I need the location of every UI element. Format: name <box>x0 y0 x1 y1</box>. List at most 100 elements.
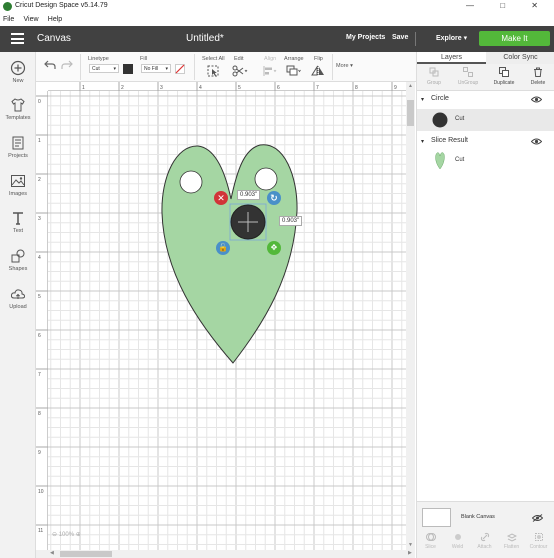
ungroup-button[interactable]: UnGroup <box>451 65 485 86</box>
layer-group-slice-result[interactable]: ▾ Slice Result <box>417 136 554 149</box>
ruler-corner <box>36 82 48 91</box>
sidebar-item-label: Text <box>12 228 24 234</box>
horizontal-scroll-thumb[interactable] <box>60 551 112 557</box>
weld-button[interactable]: Weld <box>444 532 471 550</box>
trash-icon <box>534 67 542 77</box>
resize-handle-icon[interactable]: ✥ <box>267 241 281 255</box>
chevron-down-icon: ▾ <box>165 66 168 72</box>
flip-icon[interactable] <box>311 65 327 77</box>
ruler-top: 0123456789 <box>48 82 406 91</box>
redo-icon[interactable] <box>61 60 73 70</box>
eye-icon[interactable] <box>531 138 542 145</box>
menu-view[interactable]: View <box>24 16 39 23</box>
circle-thumbnail-icon <box>432 112 448 128</box>
contour-button[interactable]: Contour <box>525 532 552 550</box>
align-icon[interactable] <box>262 65 278 77</box>
align-label: Align <box>264 56 277 62</box>
delete-handle-icon[interactable]: ✕ <box>214 191 228 205</box>
sidebar-item-shapes[interactable]: Shapes <box>0 248 36 272</box>
ruler-label: 1 <box>38 138 41 144</box>
text-icon <box>13 212 23 225</box>
ruler-label: 5 <box>38 294 41 300</box>
maximize-button[interactable]: □ <box>500 1 517 10</box>
sidebar-item-label: New <box>12 78 24 84</box>
vertical-scroll-thumb[interactable] <box>407 100 414 126</box>
no-fill-swatch-icon[interactable] <box>175 64 185 74</box>
tab-color-sync[interactable]: Color Sync <box>486 52 554 64</box>
layer-group-name: Slice Result <box>431 137 468 144</box>
hamburger-menu-icon[interactable] <box>11 33 24 44</box>
sidebar-item-new[interactable]: New <box>0 60 36 84</box>
eye-hidden-icon[interactable] <box>532 514 543 522</box>
sidebar-item-templates[interactable]: Templates <box>0 97 36 121</box>
linetype-label: Linetype <box>88 56 109 62</box>
section-title: Canvas <box>37 33 71 44</box>
duplicate-button[interactable]: Duplicate <box>487 65 521 86</box>
left-sidebar: New Templates Projects Images Text Shape… <box>0 52 36 558</box>
blank-canvas-swatch[interactable] <box>422 508 451 527</box>
sidebar-item-upload[interactable]: Upload <box>0 286 36 310</box>
machine-select[interactable]: Explore ▾ <box>436 34 467 42</box>
minimize-button[interactable]: — <box>466 1 486 10</box>
layer-row-circle[interactable]: Cut <box>417 109 554 131</box>
window-controls: — □ ✕ <box>466 1 550 10</box>
menu-file[interactable]: File <box>3 16 14 23</box>
group-button[interactable]: Group <box>417 65 451 86</box>
vertical-scrollbar[interactable]: ▲ ▼ <box>406 82 415 550</box>
chevron-down-icon[interactable]: ▾ <box>421 138 424 145</box>
sidebar-item-projects[interactable]: Projects <box>0 135 36 159</box>
eye-icon[interactable] <box>531 96 542 103</box>
toolbar-divider <box>194 54 195 80</box>
scroll-down-icon[interactable]: ▼ <box>408 542 413 548</box>
make-it-button[interactable]: Make It <box>479 31 550 46</box>
undo-icon[interactable] <box>44 60 56 70</box>
select-all-icon[interactable] <box>207 65 219 77</box>
layer-group-circle[interactable]: ▾ Circle <box>417 94 554 107</box>
zoom-control[interactable]: ⊖ 100% ⊕ <box>52 531 102 543</box>
rotate-handle-icon[interactable]: ↻ <box>267 191 281 205</box>
my-projects-button[interactable]: My Projects <box>346 34 385 41</box>
scissors-icon[interactable] <box>232 65 248 77</box>
design-layer <box>161 144 298 364</box>
design-canvas[interactable]: 0.903" 0.903" ✕ ↻ 🔓 ✥ <box>48 91 406 550</box>
delete-button[interactable]: Delete <box>521 65 554 86</box>
chevron-down-icon: ▾ <box>350 63 353 69</box>
save-button[interactable]: Save <box>392 34 408 41</box>
arrange-icon[interactable] <box>286 65 302 77</box>
document-title: Untitled* <box>186 33 224 44</box>
ruler-label: 6 <box>38 333 41 339</box>
attach-button[interactable]: Attach <box>471 532 498 550</box>
window-title: Cricut Design Space v5.14.79 <box>15 2 108 9</box>
ruler-label: 3 <box>38 216 41 222</box>
sidebar-item-label: Projects <box>8 153 28 159</box>
scroll-up-icon[interactable]: ▲ <box>408 83 413 89</box>
scroll-right-icon[interactable]: ▶ <box>408 550 412 556</box>
zoom-out-icon[interactable]: ⊖ <box>52 532 57 538</box>
app-logo-icon <box>3 2 12 11</box>
tab-layers[interactable]: Layers <box>417 52 486 64</box>
slice-button[interactable]: Slice <box>417 532 444 550</box>
header-divider <box>415 32 416 46</box>
linetype-select[interactable]: Cut ▾ <box>89 64 119 73</box>
zoom-in-icon[interactable]: ⊕ <box>76 532 81 538</box>
layer-row-slice-result[interactable]: Cut <box>417 150 554 172</box>
lock-handle-icon[interactable]: 🔓 <box>216 241 230 255</box>
cloud-upload-icon <box>10 289 26 299</box>
fill-select[interactable]: No Fill ▾ <box>141 64 171 73</box>
menu-help[interactable]: Help <box>48 16 62 23</box>
close-window-button[interactable]: ✕ <box>531 1 550 10</box>
chevron-down-icon[interactable]: ▾ <box>421 96 424 103</box>
select-all-label: Select All <box>202 56 225 62</box>
chevron-down-icon: ▾ <box>463 35 468 42</box>
ungroup-icon <box>463 67 473 77</box>
sidebar-item-text[interactable]: Text <box>0 210 36 234</box>
ruler-label: 2 <box>38 177 41 183</box>
edit-toolbar: Linetype Cut ▾ Fill No Fill ▾ Select All E… <box>36 52 416 82</box>
flatten-button[interactable]: Flatten <box>498 532 525 550</box>
right-hole <box>254 167 278 191</box>
color-swatch[interactable] <box>123 64 133 74</box>
scroll-left-icon[interactable]: ◀ <box>50 550 54 556</box>
more-button[interactable]: More ▾ <box>336 63 353 69</box>
sidebar-item-images[interactable]: Images <box>0 173 36 197</box>
horizontal-scrollbar[interactable]: ◀ ▶ <box>36 550 415 558</box>
